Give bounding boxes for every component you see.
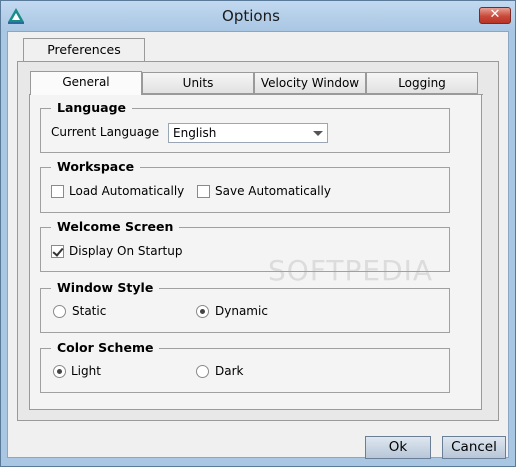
static-radio[interactable] — [53, 305, 66, 318]
window-style-group-title: Window Style — [51, 280, 160, 295]
language-group-title: Language — [51, 100, 133, 115]
cancel-button[interactable]: Cancel — [442, 436, 506, 459]
chevron-down-icon — [313, 131, 323, 136]
options-window: Options ✕ Preferences General Units Velo… — [0, 0, 516, 467]
dark-label[interactable]: Dark — [215, 364, 243, 378]
language-select[interactable]: English — [168, 123, 328, 143]
welcome-screen-group-title: Welcome Screen — [51, 219, 180, 234]
welcome-screen-group: Welcome Screen Display On Startup — [40, 219, 450, 272]
color-scheme-group-title: Color Scheme — [51, 340, 160, 355]
ok-button[interactable]: Ok — [365, 436, 431, 459]
language-select-value: English — [173, 126, 217, 140]
tab-preferences[interactable]: Preferences — [23, 38, 145, 62]
language-group: Language Current Language English — [40, 100, 450, 153]
radio-selected-dot — [200, 309, 205, 314]
display-on-startup-checkbox[interactable] — [51, 245, 64, 258]
radio-selected-dot — [57, 369, 62, 374]
checkmark-icon — [52, 245, 64, 257]
load-automatically-checkbox[interactable] — [51, 185, 64, 198]
load-automatically-label[interactable]: Load Automatically — [69, 184, 184, 198]
color-scheme-group: Color Scheme Light Dark — [40, 340, 450, 393]
tab-velocity-window[interactable]: Velocity Window — [254, 72, 366, 94]
dynamic-radio[interactable] — [196, 305, 209, 318]
current-language-label: Current Language — [51, 125, 160, 139]
static-label[interactable]: Static — [72, 304, 106, 318]
workspace-group-title: Workspace — [51, 159, 141, 174]
workspace-group: Workspace Load Automatically Save Automa… — [40, 159, 450, 213]
window-style-group: Window Style Static Dynamic — [40, 280, 450, 333]
light-radio[interactable] — [53, 365, 66, 378]
title-bar[interactable]: Options ✕ — [1, 1, 515, 31]
dialog-body: Preferences General Units Velocity Windo… — [7, 31, 509, 459]
display-on-startup-label[interactable]: Display On Startup — [69, 244, 182, 258]
tab-general[interactable]: General — [30, 71, 142, 95]
window-title: Options — [222, 7, 280, 25]
tab-logging[interactable]: Logging — [366, 72, 478, 94]
preferences-panel: General Units Velocity Window Logging SO… — [17, 61, 499, 421]
close-button[interactable]: ✕ — [479, 7, 511, 24]
dynamic-label[interactable]: Dynamic — [215, 304, 268, 318]
general-panel: SOFTPEDIA Language Current Language Engl… — [29, 94, 483, 410]
light-label[interactable]: Light — [71, 364, 101, 378]
save-automatically-label[interactable]: Save Automatically — [215, 184, 331, 198]
save-automatically-checkbox[interactable] — [197, 185, 210, 198]
dark-radio[interactable] — [196, 365, 209, 378]
tab-units[interactable]: Units — [142, 72, 254, 94]
close-icon: ✕ — [489, 7, 501, 22]
